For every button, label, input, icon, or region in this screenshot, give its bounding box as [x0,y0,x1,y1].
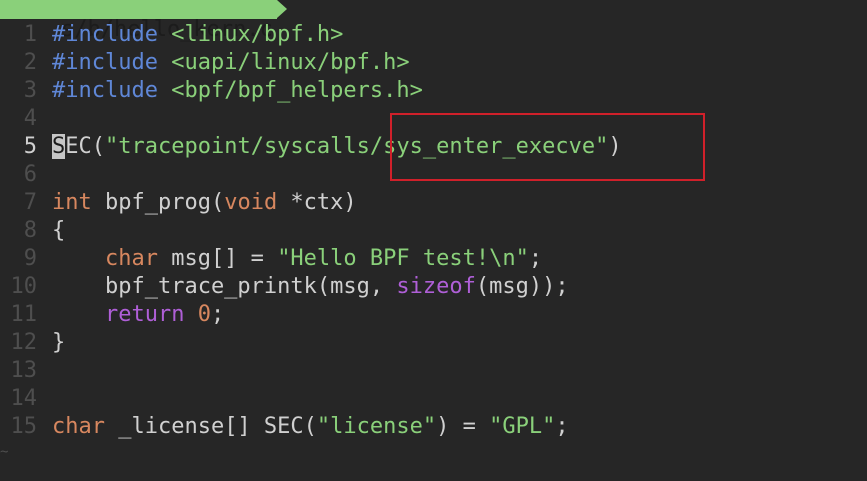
tab-line: s/b/hello_kern.c [0,0,867,41]
code-token: ) = [436,414,490,439]
line-number: 1 [23,22,37,47]
code-token: ; [210,302,225,327]
code-token: <linux/bpf.h> [171,22,344,47]
code-token: ; [555,414,569,439]
code-line[interactable]: 14 [0,385,867,413]
code-line[interactable]: 12} [0,329,867,357]
code-token: 0 [197,302,211,327]
line-number: 2 [23,50,37,75]
code-line[interactable]: 3 #include <bpf/bpf_helpers.h> [0,77,867,105]
code-line[interactable]: 13 [0,357,867,385]
line-number: 11 [10,302,38,327]
cursor: S [52,134,66,159]
code-token: void [224,190,278,215]
code-token: "license" [316,414,437,439]
code-token: sizeof [396,274,476,299]
code-line[interactable]: 9 char msg[] = "Hello BPF test!\n"; [0,245,867,273]
line-number: 10 [10,274,38,299]
line-number: 5 [23,134,37,159]
code-token: EC( [65,134,105,159]
code-token: "Hello BPF test!\n" [277,246,529,271]
end-of-buffer-marker: ~ [0,444,9,460]
line-number: 3 [23,78,37,103]
code-token: *ctx) [277,190,357,215]
code-token: char [104,246,158,271]
code-line[interactable]: 15 char _license[] SEC("license") = "GPL"… [0,413,867,441]
code-text: } [52,329,65,357]
code-token: bpf_prog( [91,190,225,215]
code-token: char [52,414,105,439]
code-token: _license[] SEC( [104,414,317,439]
code-text: #include <uapi/linux/bpf.h> [52,49,410,77]
code-line[interactable]: 10 bpf_trace_printk(msg, sizeof(msg)); [0,273,867,301]
line-number: 12 [10,330,38,355]
code-token: <bpf/bpf_helpers.h> [171,78,423,103]
code-text: #include <bpf/bpf_helpers.h> [52,77,423,105]
code-line[interactable]: 11 return 0; [0,301,867,329]
code-text: char _license[] SEC("license") = "GPL"; [52,413,569,441]
code-token: int [52,190,92,215]
code-line[interactable]: 8{ [0,217,867,245]
code-token: bpf_trace_printk(msg, [52,274,397,299]
code-text: { [52,217,65,245]
code-token: } [52,330,66,355]
code-token: #include [52,50,158,75]
code-line[interactable]: 2 #include <uapi/linux/bpf.h> [0,49,867,77]
code-token: #include [52,78,158,103]
code-token: ; [528,246,543,271]
line-number: 13 [10,358,38,383]
line-number: 6 [23,162,37,187]
line-number: 15 [10,414,38,439]
code-token: { [52,218,66,243]
line-number: 9 [23,246,37,271]
code-text: #include <linux/bpf.h> [52,21,343,49]
code-token: (msg)); [475,274,569,299]
code-token: return [104,302,185,327]
tab-arrow-icon [277,0,287,18]
tab-hello-kern[interactable]: s/b/hello_kern.c [0,0,277,41]
code-token: <uapi/linux/bpf.h> [171,50,410,75]
code-token: "GPL" [489,414,556,439]
code-token: msg[] = [157,246,278,271]
code-text: int bpf_prog(void *ctx) [52,189,357,217]
line-number: 14 [10,386,38,411]
code-line[interactable]: 7 int bpf_prog(void *ctx) [0,189,867,217]
line-number: 4 [23,106,37,131]
highlight-annotation-box [390,113,705,181]
code-token: #include [52,22,158,47]
line-number: 7 [23,190,37,215]
code-text: bpf_trace_printk(msg, sizeof(msg)); [52,273,569,301]
code-text: char msg[] = "Hello BPF test!\n"; [52,245,542,273]
line-number: 8 [23,218,37,243]
code-line[interactable]: 1 #include <linux/bpf.h> [0,21,867,49]
code-text: return 0; [52,301,224,329]
